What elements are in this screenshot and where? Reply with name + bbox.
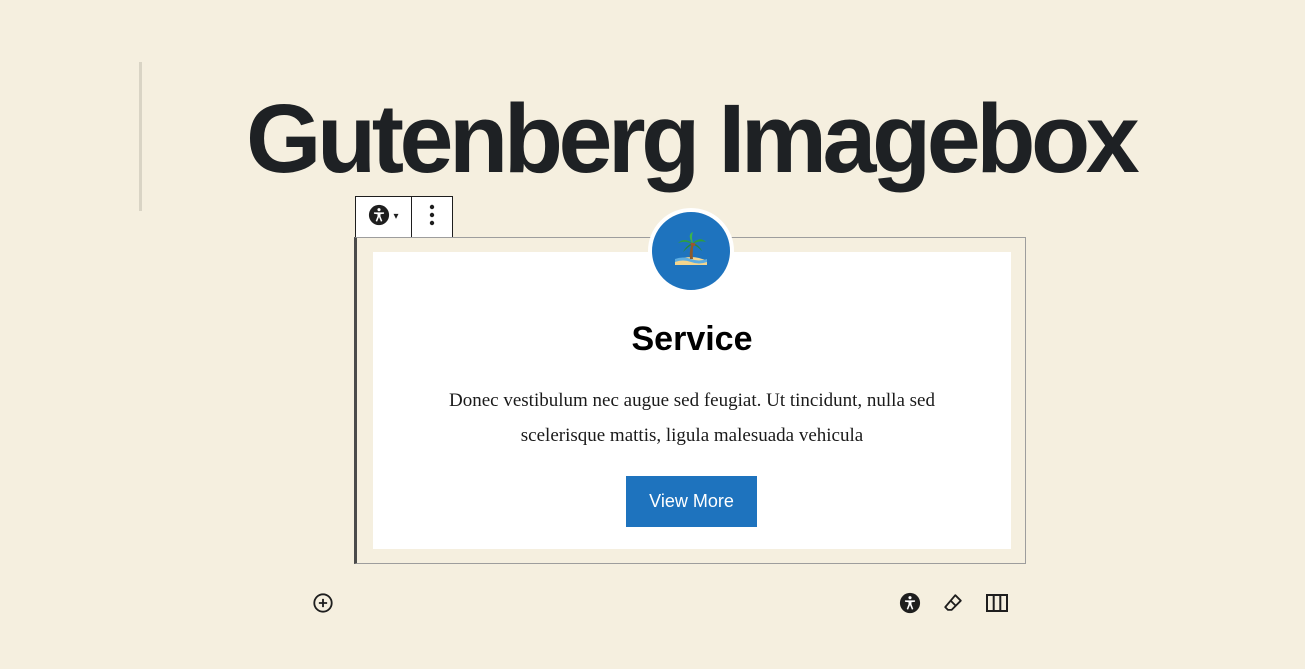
view-more-button[interactable]: View More <box>626 476 757 527</box>
eraser-block-button[interactable] <box>941 593 965 617</box>
accessibility-icon <box>368 204 390 231</box>
add-block-button[interactable] <box>311 592 335 619</box>
block-separator-line <box>139 62 142 211</box>
block-switcher-button[interactable]: ▾ <box>356 197 412 237</box>
columns-icon <box>985 592 1009 619</box>
imagebox-icon-circle <box>648 208 734 294</box>
columns-block-button[interactable] <box>985 593 1009 617</box>
chevron-down-icon: ▾ <box>393 211 399 222</box>
accessibility-block-button[interactable] <box>898 592 922 619</box>
add-block-icon <box>312 592 334 619</box>
accessibility-icon <box>899 592 921 619</box>
block-toolbar: ▾ <box>355 196 453 237</box>
eraser-icon <box>942 592 964 619</box>
imagebox-description[interactable]: Donec vestibulum nec augue sed feugiat. … <box>423 383 961 453</box>
more-vertical-icon <box>429 204 435 231</box>
more-options-button[interactable] <box>412 197 452 237</box>
editor-canvas: Gutenberg Imagebox ▾ Service Donec vesti… <box>0 0 1305 669</box>
page-title[interactable]: Gutenberg Imagebox <box>246 85 1140 193</box>
palm-tree-island-icon <box>673 231 709 272</box>
imagebox-title[interactable]: Service <box>373 318 1011 360</box>
